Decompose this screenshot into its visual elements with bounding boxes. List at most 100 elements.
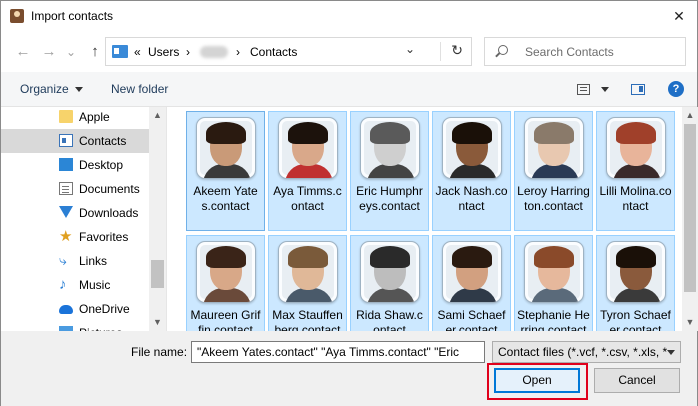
contact-photo-shoulders bbox=[285, 288, 333, 302]
file-name-input[interactable]: "Akeem Yates.contact" "Aya Timms.contact… bbox=[191, 341, 485, 363]
sidebar-item-downloads[interactable]: Downloads bbox=[1, 201, 149, 225]
contact-photo-hair bbox=[534, 122, 574, 144]
contact-photo-icon bbox=[360, 241, 420, 303]
organize-label: Organize bbox=[20, 82, 69, 96]
breadcrumb-separator[interactable]: › bbox=[186, 45, 190, 59]
scroll-up-icon[interactable]: ▲ bbox=[149, 107, 166, 124]
search-placeholder[interactable]: Search Contacts bbox=[525, 45, 614, 59]
window-title: Import contacts bbox=[31, 9, 114, 23]
onedrive-icon bbox=[59, 305, 73, 314]
contact-file-item[interactable]: Jack Nash.contact bbox=[432, 111, 511, 231]
change-view-icon[interactable] bbox=[577, 84, 590, 95]
contact-file-item[interactable]: Leroy Harrington.contact bbox=[514, 111, 593, 231]
open-button[interactable]: Open bbox=[494, 368, 580, 393]
contact-file-name: Jack Nash.contact bbox=[435, 184, 508, 213]
contact-file-item[interactable]: Max Stauffenberg.contact bbox=[268, 235, 347, 331]
forward-arrow-icon[interactable]: → bbox=[39, 42, 59, 62]
breadcrumb-users[interactable]: Users bbox=[148, 45, 179, 59]
sidebar-item-label: Favorites bbox=[79, 230, 129, 244]
contact-file-name: Eric Humphreys.contact bbox=[356, 184, 423, 213]
help-icon[interactable]: ? bbox=[668, 81, 684, 97]
contact-photo-icon bbox=[360, 117, 420, 179]
contact-photo-shoulders bbox=[449, 288, 497, 302]
contact-file-name: Sami Schaefer.contact bbox=[437, 308, 506, 331]
scrollbar-thumb[interactable] bbox=[684, 124, 696, 292]
contact-photo-icon bbox=[524, 241, 584, 303]
address-overflow[interactable]: « bbox=[134, 45, 141, 59]
sidebar-item-music[interactable]: ♪ Music bbox=[1, 273, 149, 297]
sidebar-item-label: Downloads bbox=[79, 206, 139, 220]
contact-file-name: Maureen Griffin.contact bbox=[190, 308, 261, 331]
documents-icon bbox=[59, 182, 73, 195]
contact-file-item[interactable]: Tyron Schaefer.contact bbox=[596, 235, 675, 331]
contact-file-item[interactable]: Maureen Griffin.contact bbox=[186, 235, 265, 331]
sidebar-item-favorites[interactable]: ★ Favorites bbox=[1, 225, 149, 249]
contact-photo-shoulders bbox=[367, 164, 415, 178]
address-divider bbox=[440, 42, 441, 61]
breadcrumb-separator[interactable]: › bbox=[236, 45, 240, 59]
contact-file-item[interactable]: Eric Humphreys.contact bbox=[350, 111, 429, 231]
file-list-scrollbar[interactable]: ▲ ▼ bbox=[682, 107, 698, 331]
scroll-up-icon[interactable]: ▲ bbox=[682, 107, 698, 124]
sidebar-item-links[interactable]: ⤷ Links bbox=[1, 249, 149, 273]
file-type-select[interactable]: Contact files (*.vcf, *.csv, *.xls, * bbox=[492, 341, 681, 363]
sidebar-item-desktop[interactable]: Desktop bbox=[1, 153, 149, 177]
close-icon[interactable]: ✕ bbox=[665, 3, 693, 29]
preview-pane-icon[interactable] bbox=[631, 84, 645, 95]
dialog-footer: File name: "Akeem Yates.contact" "Aya Ti… bbox=[1, 331, 697, 406]
address-bar[interactable]: « Users › › Contacts ⌄ ↻ bbox=[105, 37, 472, 66]
contact-photo-hair bbox=[206, 246, 246, 268]
contact-file-item[interactable]: Lilli Molina.contact bbox=[596, 111, 675, 231]
contact-photo-shoulders bbox=[203, 164, 251, 178]
sidebar-item-label: Desktop bbox=[79, 158, 124, 172]
sidebar-item-apple[interactable]: Apple bbox=[1, 107, 149, 129]
contact-photo-shoulders bbox=[531, 164, 579, 178]
view-options-chevron-icon[interactable] bbox=[601, 87, 609, 92]
sidebar-item-contacts[interactable]: Contacts bbox=[1, 129, 149, 153]
breadcrumb-user-redacted[interactable] bbox=[200, 46, 228, 58]
contact-file-item[interactable]: Sami Schaefer.contact bbox=[432, 235, 511, 331]
new-folder-button[interactable]: New folder bbox=[111, 82, 168, 96]
contacts-app-icon bbox=[10, 9, 24, 23]
sidebar-item-documents[interactable]: Documents bbox=[1, 177, 149, 201]
chevron-down-icon bbox=[667, 350, 675, 355]
contact-photo-shoulders bbox=[613, 288, 661, 302]
contact-photo-hair bbox=[288, 122, 328, 144]
scroll-down-icon[interactable]: ▼ bbox=[149, 314, 166, 331]
contact-file-item[interactable]: Aya Timms.contact bbox=[268, 111, 347, 231]
up-arrow-icon[interactable]: ↑ bbox=[85, 42, 105, 62]
navigation-bar: ← → ⌄ ↑ « Users › › Contacts ⌄ ↻ Search … bbox=[1, 32, 697, 72]
chevron-down-icon bbox=[74, 87, 83, 93]
navigation-pane-scrollbar[interactable]: ▲ ▼ bbox=[149, 107, 166, 331]
location-icon bbox=[112, 45, 128, 58]
contact-photo-icon bbox=[606, 241, 666, 303]
folder-icon bbox=[59, 110, 73, 123]
contact-photo-hair bbox=[206, 122, 246, 144]
contact-file-name: Aya Timms.contact bbox=[273, 184, 342, 213]
cancel-button[interactable]: Cancel bbox=[594, 368, 680, 393]
scrollbar-thumb[interactable] bbox=[151, 260, 164, 288]
contact-file-item[interactable]: Rida Shaw.contact bbox=[350, 235, 429, 331]
contact-photo-icon bbox=[606, 117, 666, 179]
search-box[interactable]: Search Contacts bbox=[484, 37, 686, 66]
address-history-chevron-icon[interactable]: ⌄ bbox=[401, 42, 419, 56]
contact-file-name: Tyron Schaefer.contact bbox=[600, 308, 671, 331]
back-arrow-icon[interactable]: ← bbox=[13, 42, 33, 62]
contact-file-item[interactable]: Stephanie Herring.contact bbox=[514, 235, 593, 331]
sidebar-item-label: Music bbox=[79, 278, 111, 292]
file-type-value: Contact files (*.vcf, *.csv, *.xls, * bbox=[498, 345, 668, 359]
refresh-icon[interactable]: ↻ bbox=[451, 42, 463, 59]
organize-button[interactable]: Organize bbox=[20, 82, 83, 96]
scroll-down-icon[interactable]: ▼ bbox=[682, 314, 698, 331]
sidebar-item-onedrive[interactable]: OneDrive bbox=[1, 297, 149, 321]
contact-photo-hair bbox=[452, 246, 492, 268]
contact-file-item[interactable]: Akeem Yates.contact bbox=[186, 111, 265, 231]
contact-photo-shoulders bbox=[203, 288, 251, 302]
contact-photo-icon bbox=[196, 241, 256, 303]
breadcrumb-contacts[interactable]: Contacts bbox=[250, 45, 297, 59]
contact-file-name: Lilli Molina.contact bbox=[599, 184, 672, 213]
sidebar-item-pictures[interactable]: Pictures bbox=[1, 321, 149, 331]
recent-locations-chevron-icon[interactable]: ⌄ bbox=[61, 42, 81, 62]
contact-photo-hair bbox=[616, 122, 656, 144]
contact-photo-shoulders bbox=[531, 288, 579, 302]
